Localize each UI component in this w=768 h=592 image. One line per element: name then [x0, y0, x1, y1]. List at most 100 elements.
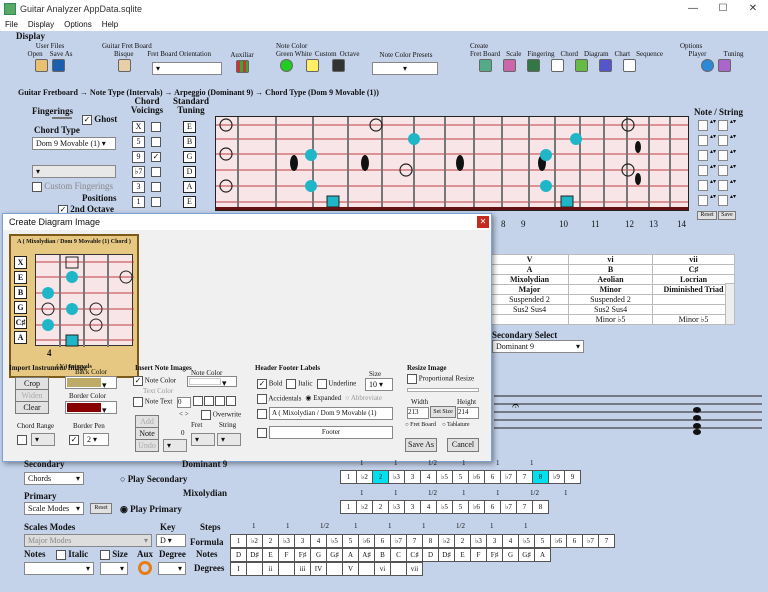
- spin-arrows-icon[interactable]: ▴▾: [730, 119, 736, 131]
- interval-cell[interactable]: ♭3: [388, 500, 405, 514]
- back-color-picker[interactable]: ▾: [65, 376, 117, 390]
- voicing-checkbox[interactable]: [151, 197, 161, 207]
- note-text-input[interactable]: 0: [177, 397, 191, 408]
- header-text-input[interactable]: A ( Mixolydian / Dom 9 Movable (1): [269, 407, 393, 420]
- secondary-select-dropdown[interactable]: Dominant 9 ▾: [492, 340, 584, 353]
- note-string-spinner[interactable]: [718, 150, 729, 161]
- tuning-string[interactable]: E: [183, 121, 196, 133]
- note-string-spinner[interactable]: [698, 150, 708, 161]
- string-select-2[interactable]: ▾: [217, 433, 241, 446]
- tuning-string[interactable]: B: [183, 136, 196, 148]
- interval-cell[interactable]: 8: [532, 470, 549, 484]
- custom-color-icon[interactable]: [305, 59, 319, 72]
- bisque-icon[interactable]: [118, 59, 131, 72]
- tuning-string[interactable]: G: [183, 151, 196, 163]
- voicing-checkbox[interactable]: ✓: [151, 152, 161, 162]
- interval-cell[interactable]: 7: [406, 534, 423, 548]
- interval-cell[interactable]: 5: [534, 534, 551, 548]
- interval-cell[interactable]: 4: [502, 534, 519, 548]
- interval-cell[interactable]: F: [470, 548, 487, 562]
- scale-create-icon[interactable]: [503, 59, 516, 72]
- green-white-icon[interactable]: [280, 59, 293, 72]
- interval-cell[interactable]: [390, 562, 407, 576]
- interval-cell[interactable]: E: [454, 548, 471, 562]
- close-button[interactable]: ✕: [738, 0, 768, 18]
- aux-refresh-icon[interactable]: [138, 561, 152, 575]
- interval-cell[interactable]: ♭6: [550, 534, 567, 548]
- interval-cell[interactable]: 4: [420, 470, 437, 484]
- interval-cell[interactable]: G♯: [518, 548, 535, 562]
- minimize-button[interactable]: —: [678, 0, 708, 18]
- interval-cell[interactable]: C: [390, 548, 407, 562]
- interval-cell[interactable]: ♭6: [358, 534, 375, 548]
- reset-button[interactable]: Reset: [90, 503, 112, 514]
- spin-arrows-icon[interactable]: ▴▾: [730, 194, 736, 206]
- interval-cell[interactable]: 6: [566, 534, 583, 548]
- note-string-spinner[interactable]: [718, 165, 729, 176]
- chord-type-select[interactable]: Dom 9 Movable (1) ▾: [32, 137, 116, 150]
- interval-cell[interactable]: ♭3: [470, 534, 487, 548]
- interval-cell[interactable]: D♯: [246, 548, 263, 562]
- ghost-checkbox[interactable]: ✓: [82, 114, 92, 125]
- spin-arrows-icon[interactable]: ▴▾: [710, 194, 716, 206]
- spin-arrows-icon[interactable]: ▴▾: [730, 149, 736, 161]
- interval-cell[interactable]: I: [230, 562, 247, 576]
- interval-cell[interactable]: 3: [404, 470, 421, 484]
- note-color-checkbox[interactable]: ✓: [133, 376, 143, 386]
- spin-arrows-icon[interactable]: ▴▾: [730, 164, 736, 176]
- open-folder-icon[interactable]: [35, 59, 49, 72]
- border-pen-checkbox[interactable]: ✓: [69, 434, 79, 445]
- spin-arrows-icon[interactable]: ▴▾: [730, 134, 736, 146]
- note-string-spinner[interactable]: [698, 180, 708, 191]
- interval-cell[interactable]: 4: [310, 534, 327, 548]
- interval-cell[interactable]: 1: [340, 500, 357, 514]
- interval-cell[interactable]: G: [310, 548, 327, 562]
- proportional-resize-checkbox[interactable]: [407, 374, 417, 384]
- tuning-icon[interactable]: [717, 59, 731, 72]
- string-select-1[interactable]: ▾: [191, 433, 215, 446]
- interval-cell[interactable]: 1: [230, 534, 247, 548]
- note-string-spinner[interactable]: [718, 135, 729, 146]
- interval-cell[interactable]: [246, 562, 263, 576]
- chord-create-icon[interactable]: [551, 59, 564, 72]
- interval-cell[interactable]: 3: [404, 500, 421, 514]
- interval-cell[interactable]: V: [342, 562, 359, 576]
- interval-cell[interactable]: 8: [422, 534, 439, 548]
- dialog-close-button[interactable]: ✕: [477, 216, 489, 228]
- note-string-spinner[interactable]: [698, 135, 708, 146]
- note-string-spinner[interactable]: [718, 180, 729, 191]
- interval-cell[interactable]: ♭3: [388, 470, 405, 484]
- interval-cell[interactable]: ♭5: [436, 500, 453, 514]
- voicing-checkbox[interactable]: [151, 137, 161, 147]
- interval-cell[interactable]: A: [534, 548, 551, 562]
- notes-select[interactable]: ▾: [24, 562, 94, 575]
- interval-cell[interactable]: 5: [452, 470, 469, 484]
- note-string-spinner[interactable]: [698, 120, 708, 131]
- interval-cell[interactable]: 2: [454, 534, 471, 548]
- note-shape-3[interactable]: [215, 396, 225, 406]
- height-input[interactable]: 214: [457, 407, 479, 419]
- size-select-bottom[interactable]: ▾: [100, 562, 128, 575]
- abbreviate-radio-label[interactable]: Abbreviate: [351, 394, 382, 402]
- orientation-select[interactable]: ▾: [152, 62, 222, 75]
- interval-cell[interactable]: ♭7: [500, 470, 517, 484]
- tuning-string[interactable]: E: [183, 196, 196, 208]
- interval-cell[interactable]: 2: [372, 470, 389, 484]
- interval-cell[interactable]: 9: [564, 470, 581, 484]
- note-string-spinner[interactable]: [718, 120, 729, 131]
- cancel-button[interactable]: Cancel: [447, 438, 479, 452]
- interval-cell[interactable]: vi: [374, 562, 391, 576]
- interval-cell[interactable]: ♭9: [548, 470, 565, 484]
- voicing-checkbox[interactable]: [151, 122, 161, 132]
- interval-cell[interactable]: 6: [484, 500, 501, 514]
- italic-checkbox-bottom[interactable]: [56, 549, 66, 560]
- note-string-reset-button[interactable]: Reset: [697, 211, 717, 220]
- interval-cell[interactable]: ♭7: [390, 534, 407, 548]
- interval-cell[interactable]: ♭5: [518, 534, 535, 548]
- interval-cell[interactable]: [278, 562, 295, 576]
- interval-cell[interactable]: B: [374, 548, 391, 562]
- interval-cell[interactable]: ♭3: [278, 534, 295, 548]
- interval-cell[interactable]: 2: [372, 500, 389, 514]
- spin-arrows-icon[interactable]: ▴▾: [710, 179, 716, 191]
- chords-select[interactable]: Chords ▾: [24, 472, 84, 485]
